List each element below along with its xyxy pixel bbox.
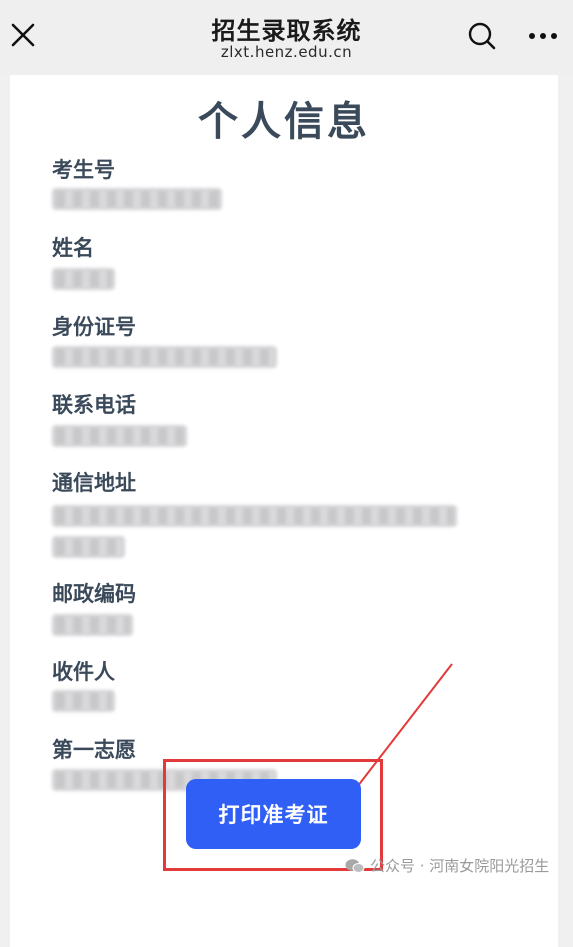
print-admission-ticket-button[interactable]: 打印准考证 xyxy=(186,779,361,849)
more-button[interactable] xyxy=(526,24,560,48)
field-label-postal-code: 邮政编码 xyxy=(52,582,136,606)
field-value-name-redacted xyxy=(52,268,115,290)
field-value-exam-number-redacted xyxy=(52,188,222,210)
more-icon xyxy=(529,33,557,39)
field-value-address-line1-redacted xyxy=(52,505,457,527)
field-value-id-number-redacted xyxy=(52,346,277,368)
field-value-postal-code-redacted xyxy=(52,614,133,636)
search-button[interactable] xyxy=(466,20,498,52)
field-label-address: 通信地址 xyxy=(52,471,136,495)
page-title: 个人信息 xyxy=(198,99,370,145)
top-bar: 招生录取系统 zlxt.henz.edu.cn xyxy=(0,0,573,75)
field-value-recipient-redacted xyxy=(52,690,115,712)
field-value-phone-redacted xyxy=(52,425,187,447)
watermark: 公众号 · 河南女院阳光招生 xyxy=(345,855,549,876)
field-value-address-line2-redacted xyxy=(52,536,125,558)
wechat-icon xyxy=(345,858,365,873)
field-label-first-choice: 第一志愿 xyxy=(52,738,136,762)
field-label-recipient: 收件人 xyxy=(52,660,115,684)
watermark-text: 公众号 · 河南女院阳光招生 xyxy=(370,857,550,875)
field-label-name: 姓名 xyxy=(52,236,94,260)
field-label-phone: 联系电话 xyxy=(52,393,136,417)
field-label-exam-number: 考生号 xyxy=(52,158,115,182)
search-icon xyxy=(468,22,496,50)
field-label-id-number: 身份证号 xyxy=(52,315,136,339)
